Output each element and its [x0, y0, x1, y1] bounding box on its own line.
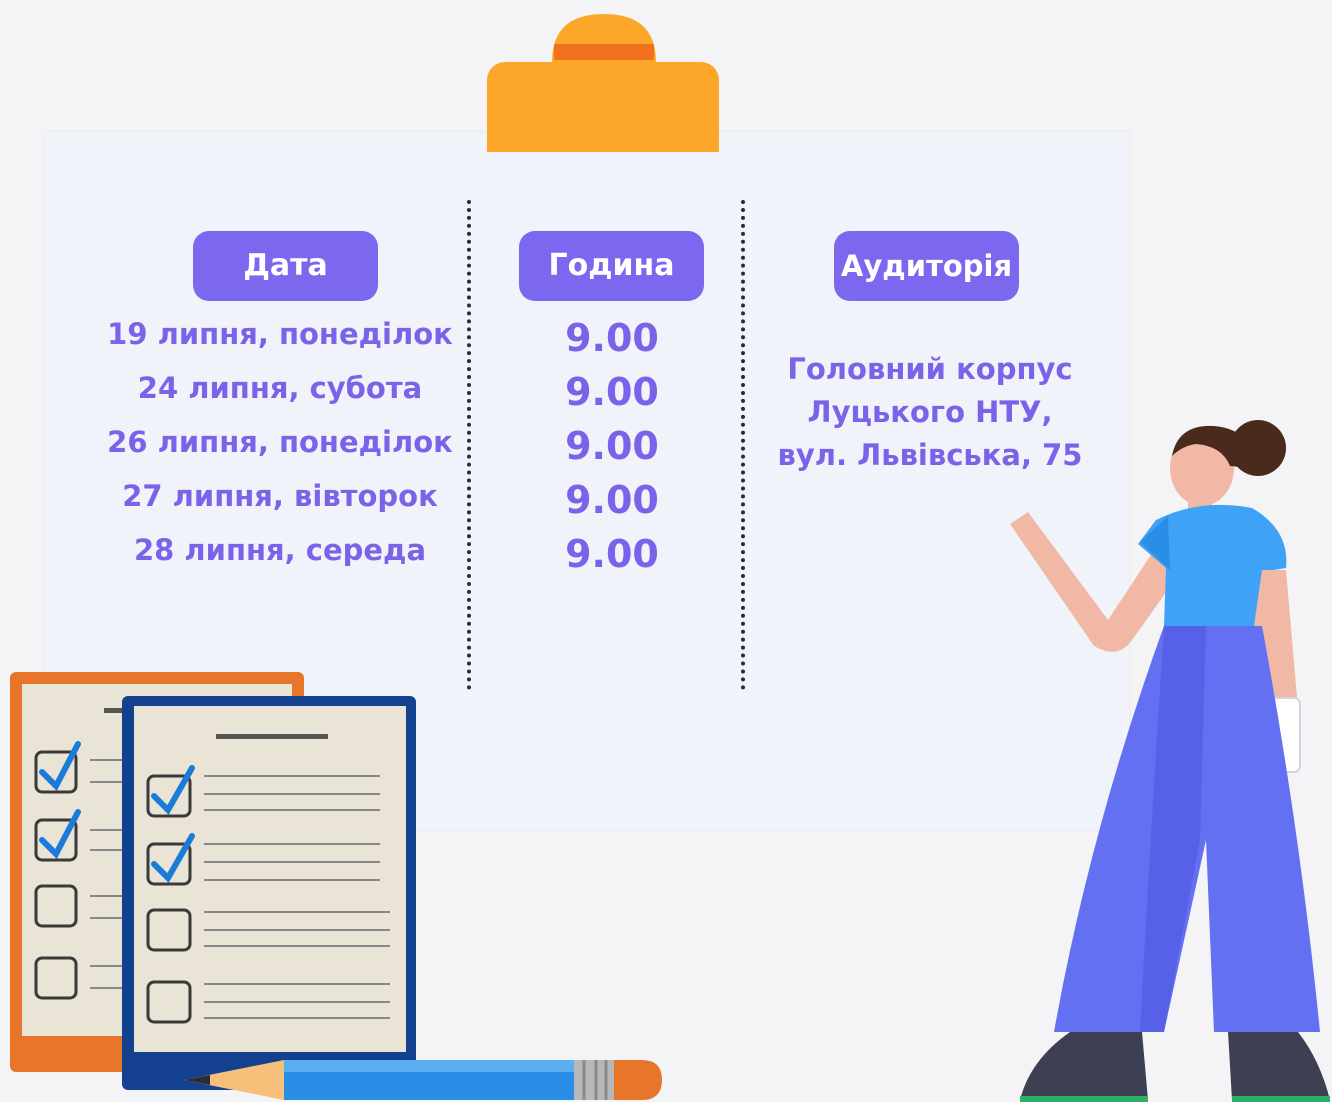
header-room: Аудиторія — [834, 231, 1019, 301]
date-column: 19 липня, понеділок 24 липня, субота 26 … — [100, 312, 460, 582]
date-cell: 27 липня, вівторок — [122, 479, 438, 513]
date-cell: 19 липня, понеділок — [107, 317, 453, 351]
column-divider-1 — [467, 200, 471, 690]
clipboard-clip-icon — [487, 14, 719, 152]
time-cell: 9.00 — [565, 424, 659, 468]
time-cell: 9.00 — [565, 532, 659, 576]
time-cell: 9.00 — [565, 478, 659, 522]
location-line: Головний корпус — [787, 352, 1073, 386]
date-cell: 26 липня, понеділок — [107, 425, 453, 459]
checklist-icon — [10, 672, 662, 1100]
time-column: 9.00 9.00 9.00 9.00 9.00 — [520, 312, 704, 582]
date-cell: 24 липня, субота — [137, 371, 423, 405]
teacher-figure — [1010, 420, 1330, 1102]
time-cell: 9.00 — [565, 316, 659, 360]
pencil-icon — [184, 1060, 662, 1100]
date-cell: 28 липня, середа — [133, 533, 427, 567]
time-cell: 9.00 — [565, 370, 659, 414]
header-date: Дата — [193, 231, 378, 301]
header-time: Година — [519, 231, 704, 301]
column-divider-2 — [741, 200, 745, 690]
